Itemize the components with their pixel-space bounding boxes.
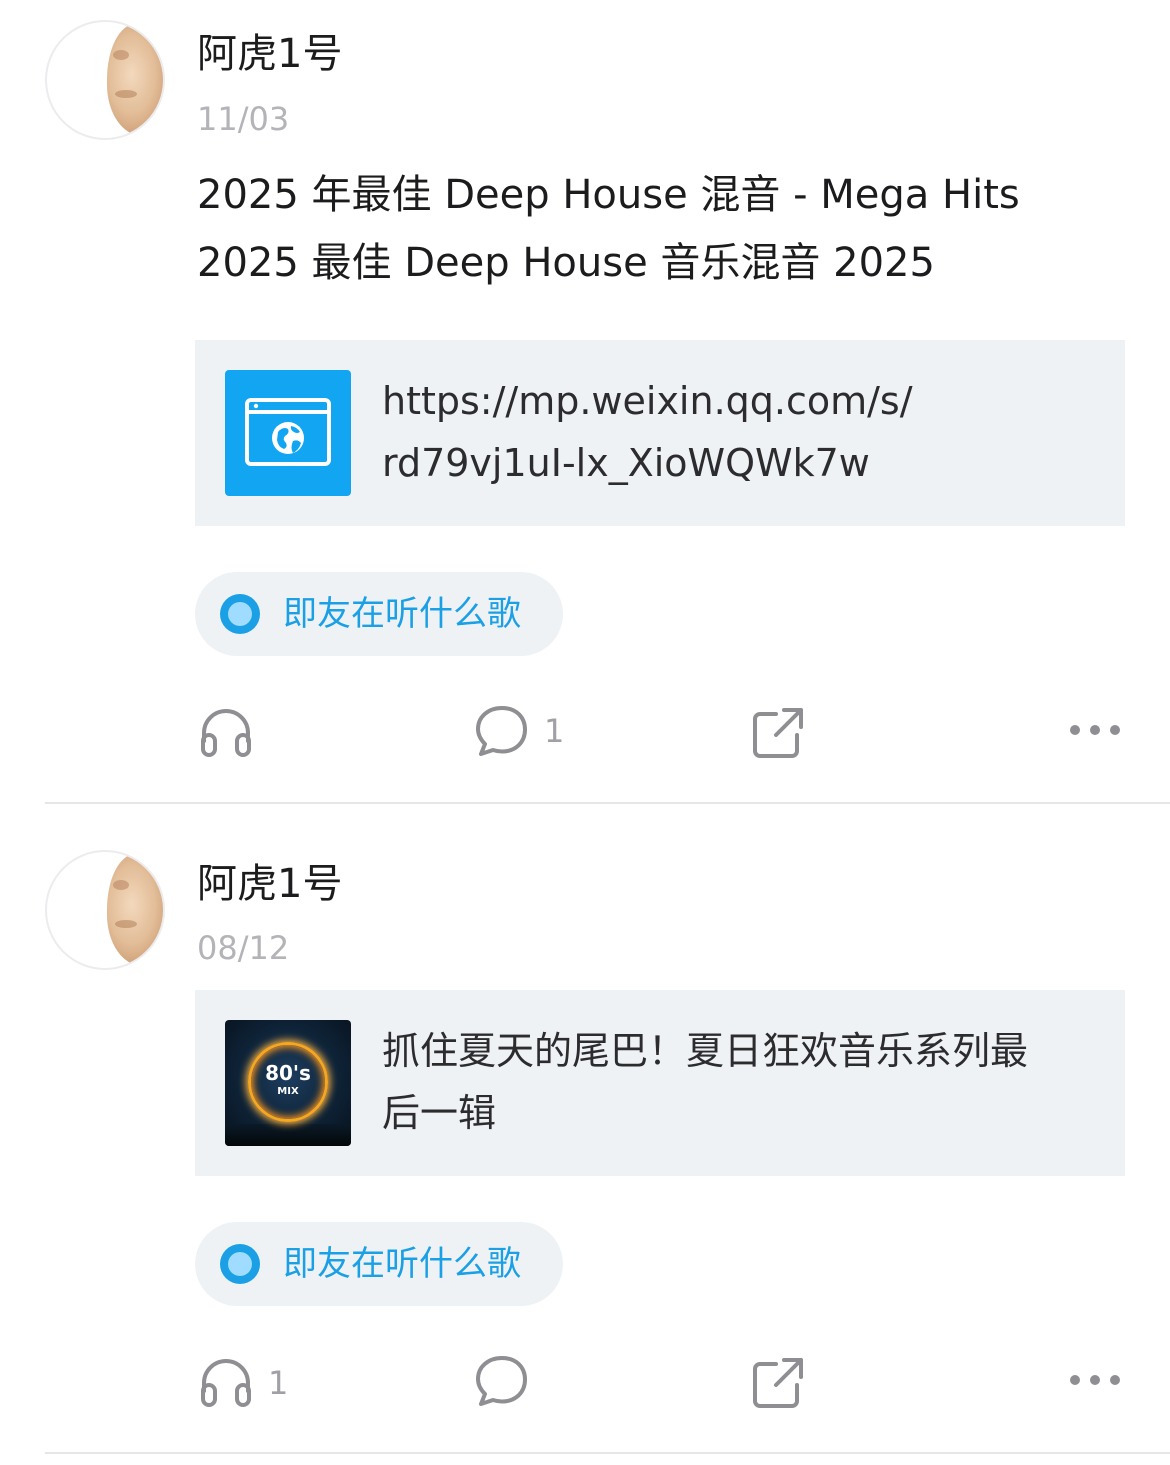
topic-dot-icon — [220, 1244, 260, 1284]
more-dots-icon — [1070, 1375, 1120, 1385]
username[interactable]: 阿虎1号 — [197, 860, 342, 908]
post-text-line: 2025 最佳 Deep House 音乐混音 2025 — [197, 240, 935, 286]
post-date: 11/03 — [197, 100, 290, 138]
headphones-icon — [201, 1359, 251, 1407]
album-cover-title: 80's — [265, 1061, 311, 1085]
link-url-line: rd79vj1uI-lx_XioWQWk7w — [382, 441, 870, 485]
more-button[interactable] — [1066, 1352, 1124, 1408]
comment-button[interactable] — [474, 1353, 594, 1409]
album-cover-skyline — [225, 1124, 351, 1146]
listen-count: 1 — [268, 1364, 289, 1402]
username[interactable]: 阿虎1号 — [197, 30, 342, 78]
topic-tag[interactable]: 即友在听什么歌 — [195, 1222, 563, 1306]
topic-dot-icon — [220, 594, 260, 634]
avatar-photo — [107, 854, 163, 966]
more-button[interactable] — [1066, 702, 1124, 758]
link-url-line: https://mp.weixin.qq.com/s/ — [382, 379, 913, 423]
music-card-title-line: 后一辑 — [382, 1091, 497, 1135]
music-card-title-line: 抓住夏天的尾巴！夏日狂欢音乐系列最 — [382, 1029, 1029, 1073]
more-dots-icon — [1070, 725, 1120, 735]
post-date: 08/12 — [197, 929, 290, 967]
topic-tag[interactable]: 即友在听什么歌 — [195, 572, 563, 656]
post-text: 2025 年最佳 Deep House 混音 - Mega Hits 2025 … — [197, 161, 1127, 297]
link-card[interactable]: https://mp.weixin.qq.com/s/ rd79vj1uI-lx… — [195, 340, 1125, 526]
share-button[interactable] — [750, 705, 830, 761]
post-divider — [45, 802, 1170, 804]
feed-post: 阿虎1号 11/03 2025 年最佳 Deep House 混音 - Mega… — [0, 0, 1170, 805]
topic-tag-label: 即友在听什么歌 — [283, 594, 521, 634]
album-cover: 80's MIX — [225, 1020, 351, 1146]
feed-post: 阿虎1号 08/12 80's MIX 抓住夏天的尾巴！夏日狂欢音乐系列最 后一… — [0, 830, 1170, 1455]
avatar-photo — [107, 24, 163, 136]
avatar[interactable] — [45, 20, 165, 140]
share-button[interactable] — [750, 1355, 830, 1411]
comment-bubble-icon — [476, 706, 527, 756]
headphones-icon — [201, 709, 251, 757]
comment-count: 1 — [544, 712, 565, 750]
browser-globe-icon — [225, 370, 351, 496]
listen-button[interactable]: 1 — [198, 1355, 318, 1411]
comment-bubble-icon — [476, 1356, 527, 1406]
music-card[interactable]: 80's MIX 抓住夏天的尾巴！夏日狂欢音乐系列最 后一辑 — [195, 990, 1125, 1176]
share-icon — [753, 1358, 803, 1408]
avatar[interactable] — [45, 850, 165, 970]
listen-button[interactable] — [198, 705, 318, 761]
post-text-line: 2025 年最佳 Deep House 混音 - Mega Hits — [197, 172, 1020, 218]
share-icon — [753, 708, 803, 758]
topic-tag-label: 即友在听什么歌 — [283, 1244, 521, 1284]
comment-button[interactable]: 1 — [474, 703, 594, 759]
music-card-title[interactable]: 抓住夏天的尾巴！夏日狂欢音乐系列最 后一辑 — [382, 1020, 1102, 1144]
link-url[interactable]: https://mp.weixin.qq.com/s/ rd79vj1uI-lx… — [382, 370, 1102, 494]
album-cover-subtitle: MIX — [277, 1086, 299, 1097]
post-divider — [45, 1452, 1170, 1454]
